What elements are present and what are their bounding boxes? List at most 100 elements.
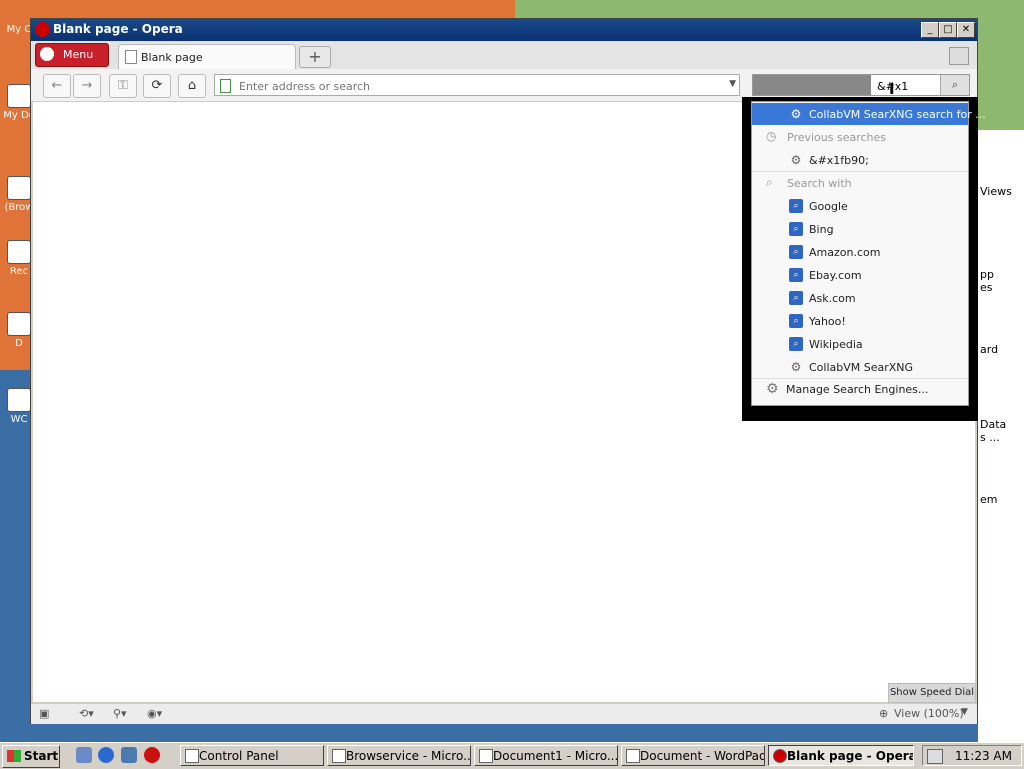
suggestion-label: CollabVM SearXNG search for ... [809, 108, 986, 121]
task-document1[interactable]: Document1 - Micro... [474, 745, 618, 766]
task-label: Document1 - Micro... [493, 749, 618, 763]
forward-button[interactable]: → [73, 74, 101, 98]
top-suggestion-item[interactable]: ⚙ CollabVM SearXNG search for ... [752, 103, 986, 125]
maximize-button[interactable]: □ [939, 22, 957, 38]
tab-bar: Menu Blank page + [31, 41, 977, 70]
app-icon [7, 312, 31, 336]
search-icon: ⌕ [789, 245, 803, 259]
task-opera[interactable]: Blank page - Opera [768, 745, 914, 766]
search-input[interactable] [875, 77, 939, 95]
opera-menu-button[interactable]: Menu [35, 43, 109, 67]
engine-item-bing[interactable]: ⌕ Bing [752, 218, 968, 240]
network-icon[interactable]: ⚲▾ [113, 707, 127, 720]
chevron-down-icon[interactable]: ▼ [961, 707, 968, 717]
search-box[interactable]: ⌕ [752, 74, 970, 96]
wordpad-icon [626, 749, 640, 763]
explorer-item-label: em [980, 493, 998, 506]
back-button[interactable]: ← [43, 74, 71, 98]
task-browservice[interactable]: Browservice - Micro... [327, 745, 471, 766]
gear-icon: ⚙ [766, 381, 779, 397]
desktop-icon-label: Rec [9, 266, 29, 277]
title-bar[interactable]: Blank page - Opera _ □ ✕ [31, 19, 977, 41]
task-label: Document - WordPad [640, 749, 765, 763]
turbo-icon[interactable]: ◉▾ [147, 707, 162, 720]
view-zoom-label[interactable]: View (100%) [894, 707, 964, 720]
engine-label: Ask.com [809, 292, 856, 305]
zoom-icon: ⊕ [879, 707, 889, 720]
search-with-header: ⌕ Search with [752, 172, 968, 194]
desktop-icon-label: WC [10, 414, 28, 425]
explorer-item-label: Data [980, 418, 1007, 431]
task-label: Browservice - Micro... [346, 749, 471, 763]
search-icon: ⌕ [789, 199, 803, 213]
closed-tabs-icon[interactable] [949, 47, 969, 65]
search-suggestions-dropdown: ⚙ CollabVM SearXNG search for ... ◷ Prev… [751, 101, 986, 406]
engine-label: Bing [809, 223, 834, 236]
key-icon[interactable]: ⚿ [109, 74, 137, 98]
app-icon [7, 388, 31, 412]
section-header-label: Search with [787, 177, 852, 190]
opera-icon[interactable] [144, 747, 160, 763]
page-icon [220, 79, 231, 93]
task-control-panel[interactable]: Control Panel [180, 745, 324, 766]
engine-item-ask[interactable]: ⌕ Ask.com [752, 287, 968, 309]
search-icon: ⌕ [789, 314, 803, 328]
engine-label: Yahoo! [809, 315, 846, 328]
explorer-item-label: pp [980, 268, 994, 281]
minimize-button[interactable]: _ [921, 22, 939, 38]
clock[interactable]: 11:23 AM [955, 749, 1012, 763]
search-engine-selector[interactable] [753, 75, 871, 95]
previous-searches-header: ◷ Previous searches [752, 126, 968, 148]
show-desktop-icon[interactable] [76, 747, 92, 763]
engine-label: Ebay.com [809, 269, 862, 282]
searxng-icon: ⚙ [790, 360, 802, 374]
windows-logo-icon [7, 750, 21, 762]
home-button[interactable]: ⌂ [178, 74, 206, 98]
section-header-label: Previous searches [787, 131, 887, 144]
engine-item-amazon[interactable]: ⌕ Amazon.com [752, 241, 968, 263]
close-button[interactable]: ✕ [957, 22, 975, 38]
explorer-views-label: Views [980, 185, 1012, 198]
sync-icon[interactable]: ⟲▾ [79, 707, 94, 720]
explorer-item-label: es [980, 281, 993, 294]
desktop-icon-label: D [15, 338, 23, 349]
previous-search-item[interactable]: ⚙ &#x1fb90; [752, 149, 968, 171]
media-player-icon[interactable] [121, 747, 137, 763]
tab-blank-page[interactable]: Blank page [118, 44, 296, 70]
task-wordpad[interactable]: Document - WordPad [621, 745, 765, 766]
desktop-icon-label: My C [6, 24, 32, 35]
chevron-down-icon[interactable]: ▼ [729, 79, 736, 89]
searxng-icon: ⚙ [790, 153, 802, 167]
network-tray-icon[interactable] [927, 749, 943, 764]
engine-label: CollabVM SearXNG [809, 361, 914, 374]
internet-explorer-icon[interactable] [98, 747, 114, 763]
engine-item-ebay[interactable]: ⌕ Ebay.com [752, 264, 968, 286]
task-label: Blank page - Opera [787, 749, 914, 763]
page-icon [125, 50, 137, 64]
engine-item-searxng[interactable]: ⚙ CollabVM SearXNG [752, 356, 968, 378]
browser-icon [7, 176, 31, 200]
engine-item-yahoo[interactable]: ⌕ Yahoo! [752, 310, 968, 332]
tab-label: Blank page [141, 51, 203, 64]
manage-label: Manage Search Engines... [786, 383, 929, 396]
search-icon: ⌕ [789, 222, 803, 236]
search-icon: ⌕ [766, 175, 773, 189]
panel-toggle-icon[interactable]: ▣ [39, 707, 49, 720]
opera-logo-icon [35, 22, 50, 37]
opera-icon [773, 749, 787, 763]
start-button[interactable]: Start [2, 745, 60, 768]
search-icon: ⌕ [789, 268, 803, 282]
engine-item-wikipedia[interactable]: ⌕ Wikipedia [752, 333, 968, 355]
address-input[interactable] [237, 77, 721, 95]
manage-search-engines-item[interactable]: ⚙ Manage Search Engines... [752, 378, 968, 400]
address-bar[interactable]: ▼ [214, 74, 740, 96]
previous-search-label: &#x1fb90; [809, 154, 869, 167]
search-icon[interactable]: ⌕ [940, 75, 969, 95]
control-panel-icon [185, 749, 199, 763]
reload-button[interactable]: ⟳ [143, 74, 171, 98]
searxng-icon: ⚙ [790, 107, 802, 121]
new-tab-button[interactable]: + [299, 46, 331, 68]
show-speed-dial-button[interactable]: Show Speed Dial [888, 683, 976, 703]
window-title: Blank page - Opera [53, 22, 183, 36]
engine-item-google[interactable]: ⌕ Google [752, 195, 968, 217]
